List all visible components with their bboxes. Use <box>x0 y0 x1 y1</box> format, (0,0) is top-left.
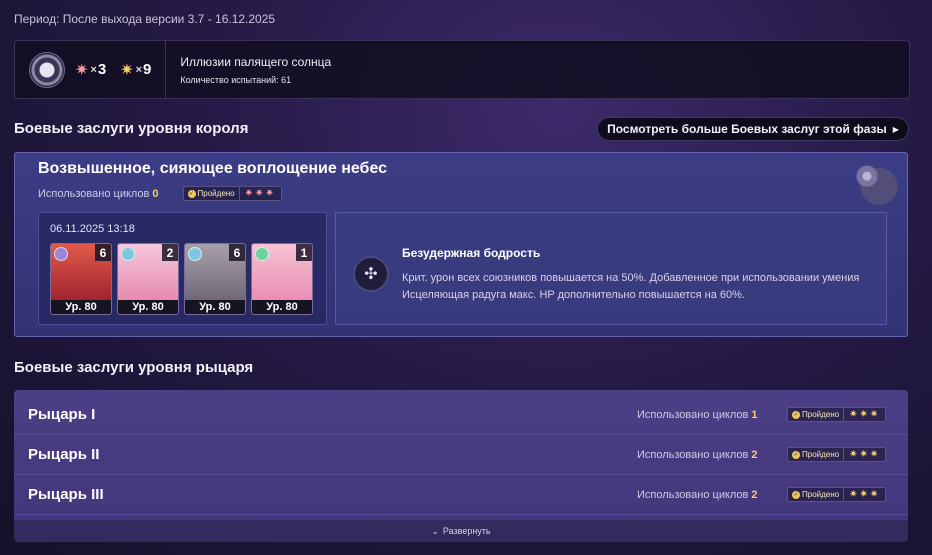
eidolon-badge: 2 <box>162 244 178 261</box>
chevron-right-icon: ▶ <box>892 124 899 134</box>
cycles-label: Использовано циклов <box>38 187 150 200</box>
check-icon: ✓ <box>792 450 800 459</box>
knight-section-title: Боевые заслуги уровня рыцаря <box>14 359 254 376</box>
knight-cycles: Использовано циклов 2 <box>637 449 758 461</box>
period-label: Период: После выхода версии 3.7 - 16.12.… <box>14 12 276 26</box>
passed-label: Пройдено <box>802 410 840 419</box>
shield-eye-icon <box>29 51 65 88</box>
cycles-label: Использовано циклов <box>637 408 749 421</box>
check-icon: ✓ <box>792 410 800 419</box>
gold-stars-icon: ✷✷✷ <box>849 409 881 420</box>
element-icon <box>255 247 269 261</box>
cycles-value: 2 <box>751 488 758 501</box>
clear-date: 06.11.2025 13:18 <box>50 223 135 235</box>
check-icon: ✓ <box>792 490 800 499</box>
eidolon-badge: 1 <box>296 244 312 261</box>
gold-stars-icon: ✷✷✷ <box>849 489 881 500</box>
list-item[interactable]: Рыцарь I Использовано циклов 1 ✓ Пройдено… <box>14 395 908 435</box>
view-more-button[interactable]: Посмотреть больше Боевых заслуг этой фаз… <box>597 117 909 141</box>
passed-badge: ✓ Пройдено ✷✷✷ <box>182 186 282 201</box>
king-cycles: Использовано циклов 0 ✓ Пройдено ✷✷✷ <box>38 186 282 201</box>
character-card[interactable]: 1 Ур. 80 <box>251 243 313 315</box>
character-level: Ур. 80 <box>51 300 111 314</box>
chevron-down-icon: ⌄ <box>431 525 439 536</box>
cycles-label: Использовано циклов <box>637 488 749 501</box>
cycles-value: 0 <box>152 187 159 200</box>
passed-label: Пройдено <box>802 490 840 499</box>
king-card-title: Возвышенное, сияющее воплощение небес <box>38 160 388 177</box>
pink-count-value: 3 <box>97 61 107 78</box>
passed-badge: ✓ Пройдено ✷✷✷ <box>787 407 887 422</box>
knight-name: Рыцарь II <box>28 446 100 463</box>
knight-name: Рыцарь I <box>28 406 96 423</box>
character-list: 6 Ур. 80 2 Ур. 80 6 Ур. 80 1 Ур. 80 <box>50 243 313 315</box>
knight-cycles: Использовано циклов 2 <box>637 489 758 501</box>
buff-title: Безудержная бодрость <box>402 246 541 260</box>
cycles-value: 1 <box>751 408 758 421</box>
buff-box: ✣ Безудержная бодрость Крит. урон всех с… <box>335 212 887 325</box>
list-item[interactable]: Рыцарь II Использовано циклов 2 ✓ Пройден… <box>14 435 908 475</box>
eidolon-badge: 6 <box>95 244 111 261</box>
buff-description: Крит. урон всех союзников повышается на … <box>402 272 860 301</box>
character-level: Ур. 80 <box>118 300 178 314</box>
character-card[interactable]: 6 Ур. 80 <box>184 243 246 315</box>
passed-badge: ✓ Пройдено ✷✷✷ <box>787 487 887 502</box>
eidolon-badge: 6 <box>229 244 245 261</box>
king-section-title: Боевые заслуги уровня короля <box>14 120 249 137</box>
character-level: Ур. 80 <box>185 300 245 314</box>
check-icon: ✓ <box>187 189 196 198</box>
gold-stars-icon: ✷✷✷ <box>849 449 881 460</box>
passed-label: Пройдено <box>802 450 840 459</box>
pink-star-icon: ✷ <box>75 61 89 79</box>
challenge-info: Иллюзии палящего солнца Количество испыт… <box>180 55 331 85</box>
challenge-summary: ✷ × 3 ✷ × 9 Иллюзии палящего солнца Коли… <box>14 40 910 99</box>
team-box: 06.11.2025 13:18 6 Ур. 80 2 Ур. 80 6 Ур.… <box>38 212 327 325</box>
cycles-value: 2 <box>751 448 758 461</box>
king-card: Возвышенное, сияющее воплощение небес Ис… <box>14 152 908 337</box>
knight-cycles: Использовано циклов 1 <box>637 409 758 421</box>
character-level: Ур. 80 <box>252 300 312 314</box>
divider <box>165 40 167 99</box>
character-card[interactable]: 6 Ур. 80 <box>50 243 112 315</box>
gold-count-value: 9 <box>143 61 152 78</box>
knight-card: Рыцарь I Использовано циклов 1 ✓ Пройдено… <box>14 390 908 542</box>
list-item[interactable]: Рыцарь III Использовано циклов 2 ✓ Пройде… <box>14 475 908 515</box>
wind-wheel-icon: ✣ <box>353 256 389 292</box>
element-icon <box>54 247 68 261</box>
character-card[interactable]: 2 Ур. 80 <box>117 243 179 315</box>
view-more-label: Посмотреть больше Боевых заслуг этой фаз… <box>607 122 887 136</box>
boss-emblem-icon <box>843 153 903 217</box>
element-icon <box>121 247 135 261</box>
expand-label: Развернуть <box>442 526 491 536</box>
attempts-count: Количество испытаний: 61 <box>180 74 292 85</box>
gold-star-icon: ✷ <box>120 61 134 79</box>
cycles-label: Использовано циклов <box>637 448 749 461</box>
passed-label: Пройдено <box>197 189 235 198</box>
passed-badge: ✓ Пройдено ✷✷✷ <box>787 447 887 462</box>
pink-stars-icon: ✷✷✷ <box>244 188 276 199</box>
gold-star-count: ✷ × 9 <box>120 61 152 79</box>
pink-star-count: ✷ × 3 <box>75 61 107 79</box>
challenge-name: Иллюзии палящего солнца <box>180 54 332 69</box>
knight-name: Рыцарь III <box>28 486 104 503</box>
element-icon <box>188 247 202 261</box>
expand-button[interactable]: ⌄ Развернуть <box>14 520 908 542</box>
